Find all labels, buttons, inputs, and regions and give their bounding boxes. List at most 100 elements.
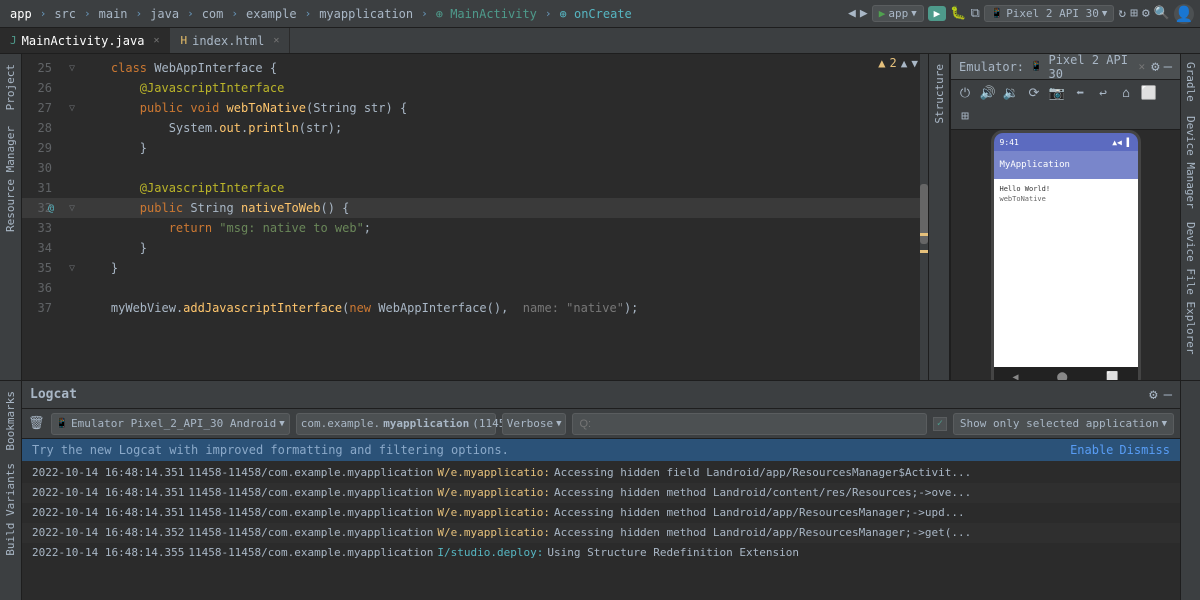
notice-dismiss-btn[interactable]: Dismiss <box>1119 443 1170 457</box>
settings-icon[interactable]: ⚙ <box>1142 6 1150 21</box>
code-line-27: 27 ▽ public void webToNative(String str)… <box>22 98 928 118</box>
log-pid-4: 11458-11458/com.example.myapplication <box>188 544 433 562</box>
emulator-screen-area: 9:41 ▲◀ ▌ MyApplication Hello World! web… <box>951 130 1180 380</box>
code-scrollbar[interactable] <box>920 54 928 380</box>
phone-content-line1: Hello World! <box>1000 185 1132 193</box>
device-selector-icon: 📱 <box>56 418 68 429</box>
line-num-25: 25 <box>22 61 62 75</box>
log-level-1: W/e.myapplicatio: <box>437 484 550 502</box>
log-pid-3: 11458-11458/com.example.myapplication <box>188 524 433 542</box>
device-icon: 📱 <box>991 8 1003 19</box>
phone-time: 9:41 <box>1000 138 1019 147</box>
run-button[interactable]: ▶ <box>928 6 947 21</box>
logcat-search-input[interactable] <box>572 413 926 435</box>
app-selector[interactable]: com.example.myapplication (1145) ▼ <box>296 413 496 435</box>
log-msg-2: Accessing hidden method Landroid/app/Res… <box>554 504 965 522</box>
device-selector[interactable]: 📱 Emulator Pixel_2_API_30 Android ▼ <box>51 413 290 435</box>
phone-home-btn[interactable]: ⬤ <box>1057 372 1068 381</box>
build-variants-tab[interactable]: Build Variants <box>2 459 19 560</box>
code-line-33: 33 return "msg: native to web"; <box>22 218 928 238</box>
device-manager-tab[interactable]: Device Manager <box>1182 112 1199 213</box>
line-num-36: 36 <box>22 281 62 295</box>
warning-marker-1 <box>920 233 928 236</box>
tab-indexhtml[interactable]: H index.html ✕ <box>170 28 290 53</box>
em-volume-up-btn[interactable]: 🔊 <box>978 83 998 103</box>
line-num-37: 37 <box>22 301 62 315</box>
breadcrumb-oncreate[interactable]: ⊕ onCreate <box>556 5 636 23</box>
warning-marker-2 <box>920 250 928 253</box>
logcat-clear-btn[interactable]: 🗑 <box>28 416 45 431</box>
tab-close-mainactivity[interactable]: ✕ <box>153 35 159 46</box>
breadcrumb-com[interactable]: com <box>198 5 228 23</box>
breadcrumb-myapplication[interactable]: myapplication <box>315 5 417 23</box>
log-ts-1: 2022-10-14 16:48:14.351 <box>32 484 184 502</box>
line-content-32: public String nativeToWeb() { <box>82 201 349 215</box>
fold-25[interactable]: ▽ <box>69 63 75 74</box>
emulator-controls: ⚙ — <box>1151 59 1172 75</box>
breadcrumb-sep-1: › <box>40 7 47 20</box>
phone-overview-btn[interactable]: ⬜ <box>1106 372 1118 381</box>
breadcrumb-sep-4: › <box>187 7 194 20</box>
log-pid-1: 11458-11458/com.example.myapplication <box>188 484 433 502</box>
breadcrumb-src[interactable]: src <box>50 5 80 23</box>
show-selected-arrow: ▼ <box>1162 419 1167 429</box>
user-avatar[interactable]: 👤 <box>1174 4 1194 24</box>
device-file-explorer-tab[interactable]: Device File Explorer <box>1182 218 1199 358</box>
breadcrumb-sep-2: › <box>84 7 91 20</box>
level-selector[interactable]: Verbose ▼ <box>502 413 567 435</box>
emulator-close-tab[interactable]: ✕ <box>1139 60 1146 73</box>
run-config-dropdown[interactable]: ▶ app ▼ <box>872 5 924 22</box>
em-fold-btn[interactable]: ⊞ <box>955 106 975 126</box>
tab-mainactivity[interactable]: J MainActivity.java ✕ <box>0 28 170 53</box>
breadcrumb-main[interactable]: main <box>95 5 132 23</box>
bookmarks-tab[interactable]: Bookmarks <box>2 387 19 455</box>
phone-status-icons: ▲◀ ▌ <box>1112 138 1131 147</box>
device-dropdown[interactable]: 📱 Pixel 2 API 30 ▼ <box>984 5 1115 22</box>
back-icon[interactable]: ◀ <box>848 6 856 21</box>
avd-manager-icon[interactable]: ⊞ <box>1130 6 1138 21</box>
debug-button[interactable]: 🐛 <box>950 6 966 21</box>
em-overview-btn[interactable]: ⬜ <box>1139 83 1159 103</box>
bottom-right-strip <box>1180 381 1200 600</box>
log-line-1: 2022-10-14 16:48:14.351 11458-11458/com.… <box>22 483 1180 503</box>
resource-manager-tab[interactable]: Resource Manager <box>2 122 19 236</box>
em-volume-down-btn[interactable]: 🔉 <box>1001 83 1021 103</box>
breadcrumb-example[interactable]: example <box>242 5 301 23</box>
notice-enable-btn[interactable]: Enable <box>1070 443 1113 457</box>
editor-tab-bar: J MainActivity.java ✕ H index.html ✕ <box>0 28 1200 54</box>
emulator-settings-icon[interactable]: ⚙ <box>1151 59 1159 75</box>
refresh-avd-icon[interactable]: ↻ <box>1118 6 1126 21</box>
run-config-arrow: ▼ <box>911 9 916 19</box>
search-icon[interactable]: 🔍 <box>1154 6 1170 21</box>
structure-tab[interactable]: Structure <box>931 60 948 128</box>
emulator-minimize-icon[interactable]: — <box>1164 59 1172 75</box>
breadcrumb-mainactivity[interactable]: ⊕ MainActivity <box>432 5 541 23</box>
phone-back-btn[interactable]: ◀ <box>1013 372 1019 381</box>
breadcrumb-app[interactable]: app <box>6 5 36 23</box>
show-selected-checkbox[interactable]: ✓ <box>933 417 947 431</box>
em-home-btn[interactable]: ⌂ <box>1116 83 1136 103</box>
gutter-25: ▽ <box>62 63 82 74</box>
gutter-27: ▽ <box>62 103 82 114</box>
fold-27[interactable]: ▽ <box>69 103 75 114</box>
em-rotate-btn[interactable]: ⟳ <box>1024 83 1044 103</box>
em-location-btn[interactable]: ⬅ <box>1070 83 1090 103</box>
forward-icon[interactable]: ▶ <box>860 6 868 21</box>
logcat-header-controls: ⚙ — <box>1149 387 1172 403</box>
em-screenshot-btn[interactable]: 📷 <box>1047 83 1067 103</box>
breadcrumb-java[interactable]: java <box>146 5 183 23</box>
logcat-settings-btn[interactable]: ⚙ <box>1149 387 1157 403</box>
project-panel-tab[interactable]: Project <box>2 60 19 114</box>
em-back-btn[interactable]: ↩ <box>1093 83 1113 103</box>
fold-32[interactable]: ▽ <box>69 203 75 214</box>
show-selected-dropdown[interactable]: Show only selected application ▼ <box>953 413 1174 435</box>
log-level-2: W/e.myapplicatio: <box>437 504 550 522</box>
level-label: Verbose <box>507 417 553 430</box>
coverage-button[interactable]: ⧉ <box>970 6 979 21</box>
fold-35[interactable]: ▽ <box>69 263 75 274</box>
gradle-tab[interactable]: Gradle <box>1182 58 1199 106</box>
logcat-minimize-btn[interactable]: — <box>1164 387 1172 403</box>
log-line-2: 2022-10-14 16:48:14.351 11458-11458/com.… <box>22 503 1180 523</box>
tab-close-indexhtml[interactable]: ✕ <box>273 35 279 46</box>
em-power-btn[interactable]: ⏻ <box>955 83 975 103</box>
